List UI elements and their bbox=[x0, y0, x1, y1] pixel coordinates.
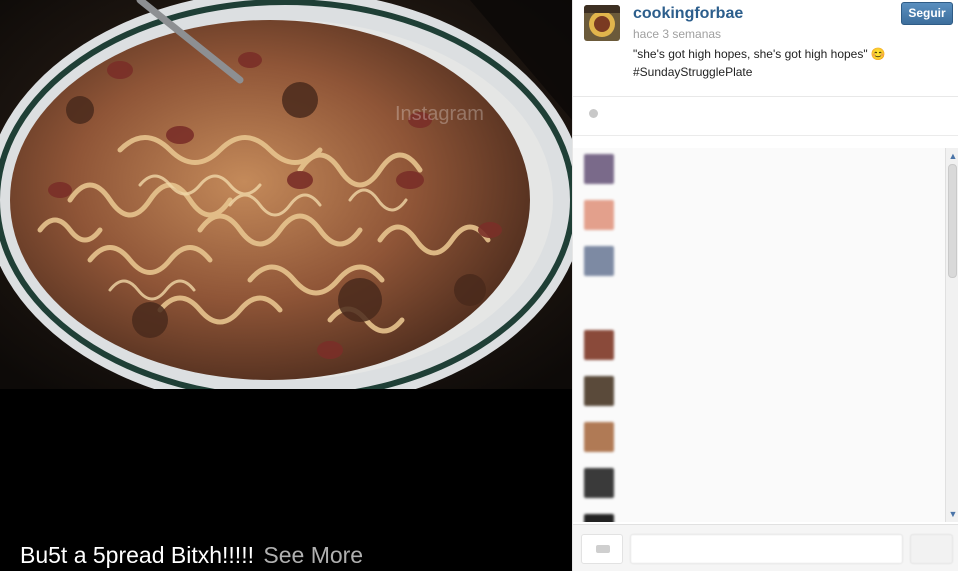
post-header: cookingforbae hace 3 semanas "she's got … bbox=[573, 0, 958, 92]
comment-item bbox=[573, 194, 945, 240]
post-sidebar: cookingforbae hace 3 semanas "she's got … bbox=[572, 0, 958, 571]
post-caption-overlay: Bu5t a 5pread Bitxh!!!!! See More bbox=[20, 542, 363, 569]
comment-item bbox=[573, 462, 945, 508]
see-more-link[interactable]: See More bbox=[263, 542, 363, 568]
send-comment-button[interactable] bbox=[910, 534, 953, 564]
caption-overlay-text: Bu5t a 5pread Bitxh!!!!! bbox=[20, 542, 254, 568]
caption-hashtag[interactable]: #SundayStrugglePlate bbox=[633, 63, 933, 81]
post-photo[interactable]: Instagram bbox=[0, 0, 572, 389]
commenter-avatar[interactable] bbox=[584, 468, 614, 498]
comments-list bbox=[573, 148, 945, 522]
comments-scrollbar[interactable]: ▲ ▼ bbox=[945, 148, 958, 522]
avatar-image bbox=[584, 5, 620, 41]
commenter-avatar[interactable] bbox=[584, 246, 614, 276]
post-caption: "she's got high hopes, she's got high ho… bbox=[633, 45, 933, 81]
heart-icon[interactable] bbox=[589, 109, 598, 118]
post-timestamp[interactable]: hace 3 semanas bbox=[633, 27, 721, 41]
media-panel: Instagram Bu5t a 5pread Bitxh!!!!! See M… bbox=[0, 0, 572, 571]
avatar[interactable] bbox=[584, 5, 620, 41]
comment-item bbox=[573, 416, 945, 462]
likes-summary bbox=[573, 96, 958, 136]
comment-item bbox=[573, 508, 945, 522]
commenter-avatar[interactable] bbox=[584, 422, 614, 452]
instagram-post-viewer: Instagram Bu5t a 5pread Bitxh!!!!! See M… bbox=[0, 0, 958, 571]
emoji-icon bbox=[596, 545, 610, 553]
post-username[interactable]: cookingforbae bbox=[633, 5, 743, 23]
comment-item bbox=[573, 324, 945, 370]
commenter-avatar[interactable] bbox=[584, 154, 614, 184]
watermark-text: Instagram bbox=[395, 103, 484, 125]
emoji-button[interactable] bbox=[581, 534, 623, 564]
commenter-avatar[interactable] bbox=[584, 330, 614, 360]
scroll-thumb[interactable] bbox=[948, 164, 957, 278]
scroll-down-icon[interactable]: ▼ bbox=[947, 508, 958, 520]
follow-button[interactable]: Seguir bbox=[901, 2, 953, 25]
comment-item bbox=[573, 240, 945, 324]
scroll-up-icon[interactable]: ▲ bbox=[947, 150, 958, 162]
commenter-avatar[interactable] bbox=[584, 376, 614, 406]
comment-item bbox=[573, 370, 945, 416]
comment-composer bbox=[573, 524, 958, 571]
food-plate-image: Instagram bbox=[0, 0, 572, 389]
commenter-avatar[interactable] bbox=[584, 514, 614, 522]
caption-line-1: "she's got high hopes, she's got high ho… bbox=[633, 47, 886, 61]
comment-input[interactable] bbox=[630, 534, 903, 564]
commenter-avatar[interactable] bbox=[584, 200, 614, 230]
comment-item bbox=[573, 148, 945, 194]
